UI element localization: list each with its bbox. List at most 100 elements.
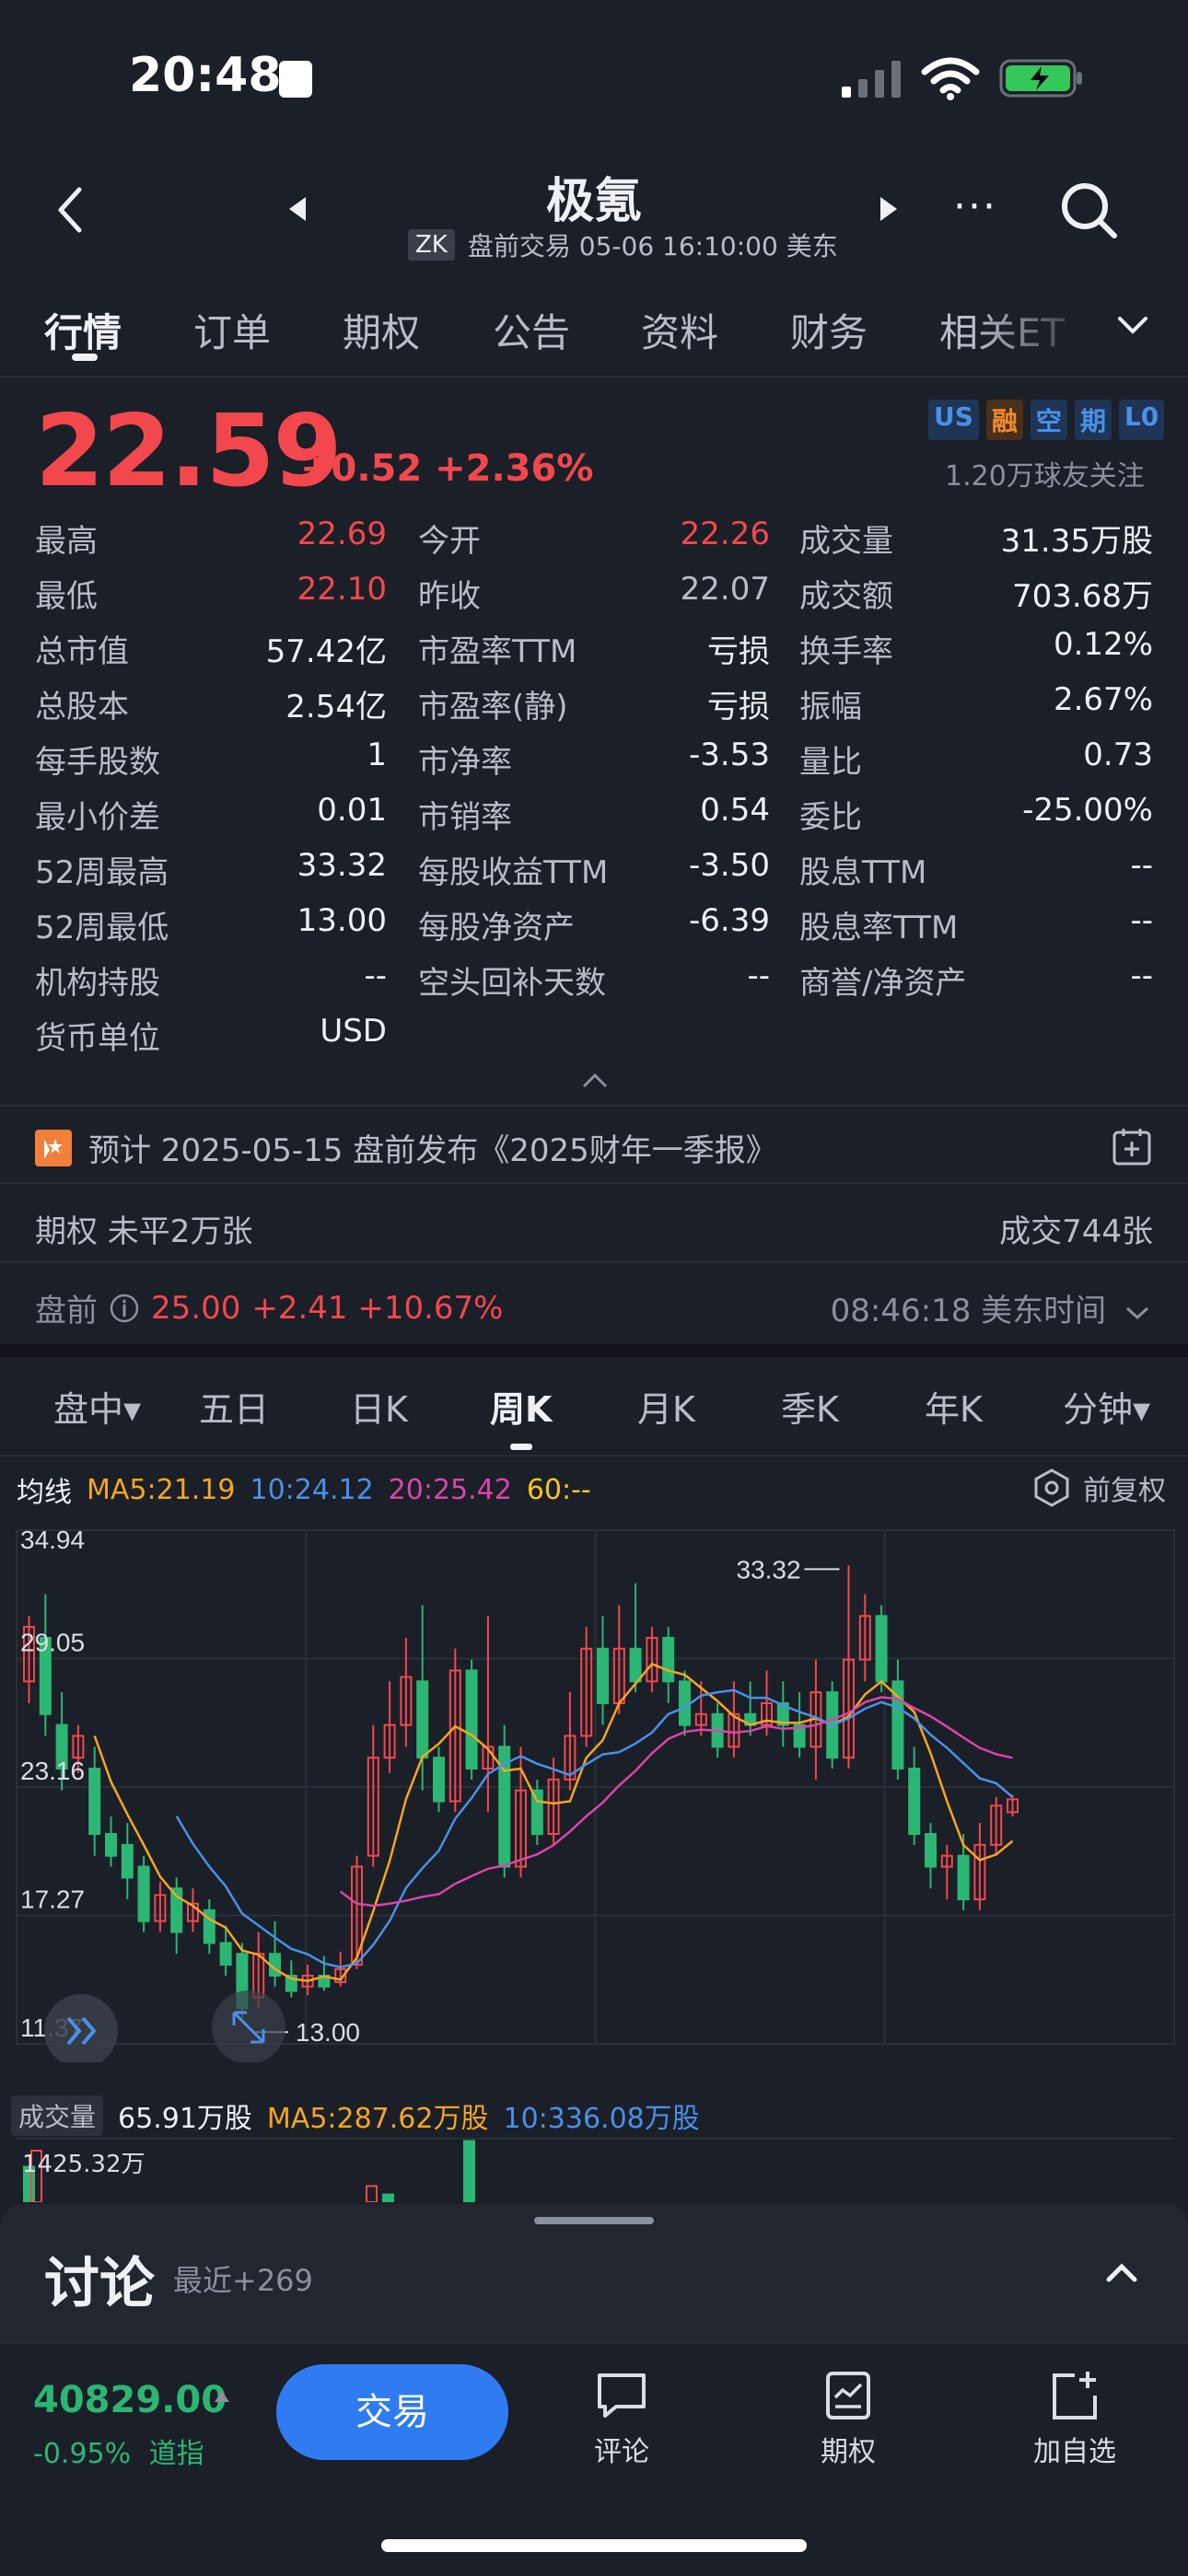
stat-value: 2.54亿 bbox=[285, 689, 387, 725]
chart-tab-quarterly[interactable]: 季K bbox=[781, 1381, 839, 1432]
volume-max-label: 1425.32万 bbox=[22, 2151, 146, 2178]
search-icon[interactable] bbox=[1057, 179, 1122, 243]
stat-label: 商誉/净资产 bbox=[799, 965, 967, 1002]
chart-tab-minute[interactable]: 分钟▾ bbox=[1063, 1381, 1150, 1432]
y-tick-label: 17.27 bbox=[20, 1886, 85, 1914]
chevron-up-icon[interactable] bbox=[580, 1070, 610, 1092]
session-text: 盘前交易 05-06 16:10:00 美东 bbox=[467, 231, 838, 261]
candle-body bbox=[416, 1680, 429, 1759]
tab-announcements[interactable]: 公告 bbox=[493, 302, 570, 358]
stat-value: 1 bbox=[367, 737, 387, 773]
stat-value: 22.26 bbox=[680, 516, 770, 552]
index-value[interactable]: 40829.00 bbox=[33, 2379, 227, 2421]
options-open-interest[interactable]: 期权 未平2万张 bbox=[35, 1206, 252, 1251]
options-button[interactable]: 期权 bbox=[784, 2370, 913, 2469]
low-label: 13.00 bbox=[296, 2018, 360, 2047]
next-stock-icon[interactable] bbox=[875, 195, 901, 223]
stat-label: 市净率 bbox=[418, 744, 512, 781]
moving-average-legend[interactable]: 均线 MA5:21.19 10:24.12 20:25.42 60:-- bbox=[17, 1469, 591, 1510]
chart-tab-monthly[interactable]: 月K bbox=[637, 1381, 695, 1432]
info-icon[interactable] bbox=[109, 1293, 140, 1324]
candle-body bbox=[662, 1636, 675, 1683]
chart-tab-yearly[interactable]: 年K bbox=[925, 1381, 983, 1432]
volume-chart bbox=[17, 2138, 1174, 2202]
stat-label: 股息率TTM bbox=[799, 910, 959, 946]
stat-value: -3.53 bbox=[689, 737, 770, 773]
add-watchlist-button[interactable]: 加自选 bbox=[1010, 2370, 1139, 2469]
index-change-value: -0.95% bbox=[33, 2438, 132, 2470]
adjust-selector[interactable]: 前复权 bbox=[1031, 1468, 1166, 1508]
tab-options[interactable]: 期权 bbox=[343, 302, 420, 358]
pre-market-price: 25.00 bbox=[151, 1289, 241, 1327]
chart-tab-intraday[interactable]: 盘中▾ bbox=[53, 1381, 141, 1432]
earnings-event[interactable]: 预计 2025-05-15 盘前发布《2025财年一季报》 bbox=[35, 1125, 777, 1170]
candle-body bbox=[875, 1615, 888, 1683]
trade-button[interactable]: 交易 bbox=[276, 2364, 508, 2460]
stat-label: 货币单位 bbox=[35, 1020, 160, 1057]
active-chart-tab-indicator bbox=[510, 1444, 532, 1450]
chart-tab-daily[interactable]: 日K bbox=[350, 1381, 408, 1432]
adjust-label: 前复权 bbox=[1083, 1475, 1166, 1507]
comment-button[interactable]: 评论 bbox=[557, 2370, 686, 2469]
wifi-icon bbox=[921, 57, 980, 100]
chart-tab-5day[interactable]: 五日 bbox=[199, 1381, 269, 1432]
index-change[interactable]: -0.95% 道指 bbox=[33, 2431, 204, 2471]
session-info: ZK 盘前交易 05-06 16:10:00 美东 bbox=[408, 226, 838, 263]
tab-quote[interactable]: 行情 bbox=[44, 302, 122, 358]
active-tab-indicator bbox=[72, 354, 98, 361]
pre-market-label: 盘前 bbox=[35, 1293, 98, 1329]
pre-market-time[interactable]: 08:46:18 美东时间 bbox=[801, 1285, 1151, 1330]
ma-label: 均线 bbox=[17, 1477, 72, 1509]
candlestick-chart[interactable]: 34.9429.0523.1617.2711.3733.3213.00 bbox=[0, 1510, 1188, 2062]
calendar-add-icon[interactable] bbox=[1111, 1125, 1153, 1167]
options-label: 期权 bbox=[821, 2436, 876, 2468]
candle-body bbox=[629, 1647, 642, 1683]
stat-label: 股息TTM bbox=[799, 854, 927, 891]
stat-label: 每手股数 bbox=[35, 744, 160, 781]
stat-label: 量比 bbox=[799, 744, 862, 781]
stock-name: 极氪 bbox=[545, 174, 642, 229]
stat-value: -- bbox=[1130, 957, 1153, 994]
expand-button[interactable] bbox=[44, 1994, 118, 2062]
stat-label: 52周最高 bbox=[35, 854, 169, 891]
stat-value: -- bbox=[1130, 902, 1153, 939]
y-tick-label: 29.05 bbox=[20, 1629, 85, 1657]
stat-value: 0.12% bbox=[1053, 626, 1153, 663]
battery-charging-icon bbox=[999, 59, 1082, 98]
discussion-recent-count: 最近+269 bbox=[173, 2263, 313, 2298]
pre-market-change: +2.41 +10.67% bbox=[251, 1289, 504, 1327]
sheet-grabber[interactable] bbox=[534, 2217, 654, 2224]
options-chart-icon bbox=[826, 2372, 870, 2419]
chevron-up-icon[interactable] bbox=[1101, 2256, 1142, 2289]
ma5-value: MA5:21.19 bbox=[87, 1473, 236, 1506]
badge-level: L0 bbox=[1118, 400, 1165, 440]
chart-tab-weekly[interactable]: 周K bbox=[490, 1381, 552, 1432]
status-time: 20:48 bbox=[129, 48, 282, 103]
volume-ma5: MA5:287.62万股 bbox=[266, 2103, 489, 2135]
volume-label[interactable]: 成交量 bbox=[11, 2095, 104, 2136]
stat-value: 2.67% bbox=[1053, 681, 1153, 718]
home-indicator[interactable] bbox=[381, 2539, 807, 2552]
index-name: 道指 bbox=[148, 2438, 204, 2470]
stat-value: 13.00 bbox=[297, 902, 387, 939]
stat-value: -6.39 bbox=[689, 902, 770, 939]
tab-profile[interactable]: 资料 bbox=[641, 302, 718, 358]
tab-financials[interactable]: 财务 bbox=[790, 302, 868, 358]
options-volume[interactable]: 成交744张 bbox=[921, 1206, 1153, 1251]
stat-label: 最低 bbox=[35, 578, 98, 615]
stat-value: USD bbox=[320, 1013, 387, 1050]
stat-label: 昨收 bbox=[418, 578, 481, 615]
volume-value: 65.91万股 bbox=[118, 2103, 252, 2135]
follower-count: 1.20万球友关注 bbox=[945, 460, 1145, 493]
candle-body bbox=[679, 1680, 691, 1726]
candle-body bbox=[121, 1843, 134, 1879]
more-icon[interactable]: ··· bbox=[953, 187, 1008, 227]
chevron-down-icon[interactable] bbox=[1112, 307, 1153, 344]
add-watchlist-label: 加自选 bbox=[1033, 2436, 1116, 2468]
chevron-down-icon bbox=[1125, 1306, 1149, 1319]
candle-body bbox=[465, 1669, 478, 1770]
badge-options: 期 bbox=[1074, 400, 1112, 440]
tab-orders[interactable]: 订单 bbox=[193, 302, 271, 358]
candle-body bbox=[530, 1789, 543, 1836]
stat-value: -25.00% bbox=[1022, 792, 1153, 829]
